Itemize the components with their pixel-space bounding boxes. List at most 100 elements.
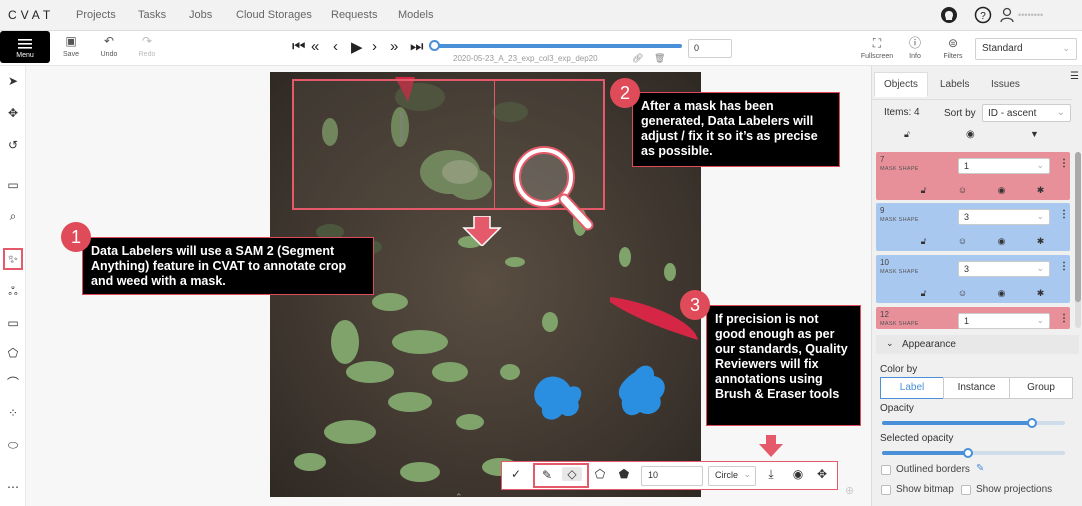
download-icon[interactable]: ⤓ (761, 467, 781, 482)
username[interactable]: •••••••• (1018, 10, 1043, 20)
object-card[interactable]: 12MASK SHAPE1⌄⋮🔓︎☺◉✱ (876, 307, 1070, 329)
person-icon[interactable]: ☺ (943, 236, 982, 246)
lock-icon[interactable]: 🔓︎ (904, 288, 943, 299)
move-icon[interactable]: ✥ (4, 104, 22, 122)
eye-all-icon[interactable]: ◉ (966, 129, 975, 140)
polygon-plus-icon[interactable]: ⬠ (590, 467, 610, 481)
nav-projects[interactable]: Projects (76, 9, 116, 21)
menu-button[interactable]: Menu (0, 31, 50, 63)
selected-opacity-slider[interactable] (963, 448, 973, 458)
tab-objects[interactable]: Objects (874, 72, 928, 97)
link-icon[interactable]: 🔗︎ (632, 53, 643, 64)
object-label-select[interactable]: 1 ⌄ (958, 158, 1050, 174)
info-button[interactable]: ⓘ Info (898, 36, 932, 60)
rotate-icon[interactable]: ↺ (4, 136, 22, 154)
redo-button[interactable]: ↷ Redo (130, 34, 164, 58)
save-button[interactable]: ▣ Save (54, 34, 88, 58)
color-picker-icon[interactable]: ✎ (976, 463, 984, 474)
points-icon[interactable]: ⁘ (4, 404, 22, 422)
polyline-icon[interactable]: ⌒ (4, 374, 22, 392)
brush-icon[interactable]: ✎ (537, 468, 557, 482)
sort-select[interactable]: ID - ascent ⌄ (982, 104, 1071, 122)
object-card[interactable]: 9 MASK SHAPE 3 ⌄ ⋮ 🔓︎ ☺ ◉ ✱ (876, 203, 1070, 251)
person-icon[interactable]: ☺ (943, 288, 982, 298)
object-menu-icon[interactable]: ⋮ (1059, 158, 1069, 169)
ellipse-icon[interactable]: ⬭ (4, 436, 22, 454)
lock-icon[interactable]: 🔓︎ (904, 236, 943, 247)
object-label-select[interactable]: 1 ⌄ (958, 313, 1050, 329)
zoom-region-icon[interactable]: ⌕ (4, 207, 22, 225)
eye-icon[interactable]: ◉ (982, 185, 1021, 196)
github-icon[interactable] (940, 6, 958, 24)
chevron-up-icon[interactable]: ⌃ (455, 492, 463, 503)
drag-handle-icon[interactable]: ✥ (812, 467, 832, 481)
cvat-logo[interactable]: CVAT (8, 8, 54, 22)
user-icon[interactable] (998, 6, 1016, 24)
brush-size-input[interactable]: 10 (641, 466, 703, 486)
appearance-header[interactable]: ⌄ Appearance (876, 335, 1079, 354)
object-card[interactable]: 10 MASK SHAPE 3 ⌄ ⋮ 🔓︎ ☺ ◉ ✱ (876, 255, 1070, 303)
color-by-label-button[interactable]: Label (880, 377, 944, 399)
show-bitmap-checkbox[interactable] (881, 485, 891, 495)
pin-icon[interactable]: ✱ (1021, 185, 1060, 196)
previous-icon[interactable]: ‹ (333, 38, 338, 55)
polygon-icon[interactable]: ⬠ (4, 344, 22, 362)
nav-requests[interactable]: Requests (331, 9, 377, 21)
frame-number-input[interactable]: 0 (688, 39, 732, 58)
object-card[interactable]: 7 MASK SHAPE 1 ⌄ ⋮ 🔓︎ ☺ ◉ ✱ (876, 152, 1070, 200)
object-label-select[interactable]: 3 ⌄ (958, 209, 1050, 225)
fit-image-icon[interactable]: ▭ (4, 176, 22, 194)
pin-icon[interactable]: ✱ (1021, 236, 1060, 247)
help-icon[interactable]: ? (974, 6, 992, 24)
delete-frame-icon[interactable]: 🗑︎ (654, 53, 665, 64)
frame-slider-thumb[interactable] (429, 40, 440, 51)
frame-slider[interactable] (434, 44, 682, 48)
opacity-slider[interactable] (1027, 418, 1038, 428)
objects-scrollbar-thumb[interactable] (1075, 152, 1081, 302)
eye-icon[interactable]: ◉ (788, 467, 808, 481)
forward-fast-icon[interactable]: » (390, 38, 398, 55)
person-icon[interactable]: ☺ (943, 185, 982, 195)
more-tools-icon[interactable]: ⋯ (4, 478, 22, 496)
nav-tasks[interactable]: Tasks (138, 9, 166, 21)
add-circle-icon[interactable]: ⊕ (845, 484, 854, 497)
lock-all-icon[interactable]: 🔓︎ (904, 129, 910, 140)
object-menu-icon[interactable]: ⋮ (1059, 209, 1069, 220)
lock-icon[interactable]: 🔓︎ (904, 185, 943, 196)
checkmark-icon[interactable]: ✓ (506, 467, 526, 481)
object-menu-icon[interactable]: ⋮ (1059, 261, 1069, 272)
fullscreen-button[interactable]: ⛶ Fullscreen (860, 36, 894, 60)
undo-button[interactable]: ↶ Undo (92, 34, 126, 58)
openvino-icon[interactable]: ஃ (4, 282, 22, 300)
objects-scrollbar[interactable] (1075, 152, 1081, 328)
eraser-icon[interactable]: ◇ (562, 467, 582, 481)
next-icon[interactable]: › (372, 38, 377, 55)
rectangle-icon[interactable]: ▭ (4, 314, 22, 332)
back-fast-icon[interactable]: « (311, 38, 319, 55)
outlined-borders-checkbox[interactable] (881, 465, 891, 475)
last-frame-icon[interactable]: ⏭ (410, 38, 424, 55)
nav-cloud-storages[interactable]: Cloud Storages (236, 9, 312, 21)
tab-issues[interactable]: Issues (991, 79, 1020, 90)
filters-button[interactable]: ⊜ Filters (936, 36, 970, 60)
magic-wand-icon[interactable]: ✨︎ (3, 248, 23, 270)
cursor-icon[interactable]: ➤ (4, 72, 22, 90)
collapse-all-icon[interactable]: ▼ (1030, 129, 1039, 139)
eye-icon[interactable]: ◉ (982, 288, 1021, 299)
pin-icon[interactable]: ✱ (1021, 288, 1060, 299)
color-by-instance-button[interactable]: Instance (943, 377, 1010, 399)
object-menu-icon[interactable]: ⋮ (1059, 313, 1069, 324)
object-label-select[interactable]: 3 ⌄ (958, 261, 1050, 277)
show-projections-checkbox[interactable] (961, 485, 971, 495)
nav-models[interactable]: Models (398, 9, 433, 21)
play-icon[interactable]: ▶ (351, 38, 363, 56)
workspace-select[interactable]: Standard ⌄ (975, 38, 1077, 60)
nav-jobs[interactable]: Jobs (189, 9, 212, 21)
tab-labels[interactable]: Labels (940, 79, 969, 90)
color-by-group-button[interactable]: Group (1009, 377, 1073, 399)
brush-shape-select[interactable]: Circle ⌄ (708, 466, 756, 486)
eye-icon[interactable]: ◉ (982, 236, 1021, 247)
polygon-minus-icon[interactable]: ⬟ (614, 467, 634, 481)
first-frame-icon[interactable]: ⏮ (292, 38, 306, 55)
panel-menu-icon[interactable]: ☰ (1070, 71, 1079, 82)
